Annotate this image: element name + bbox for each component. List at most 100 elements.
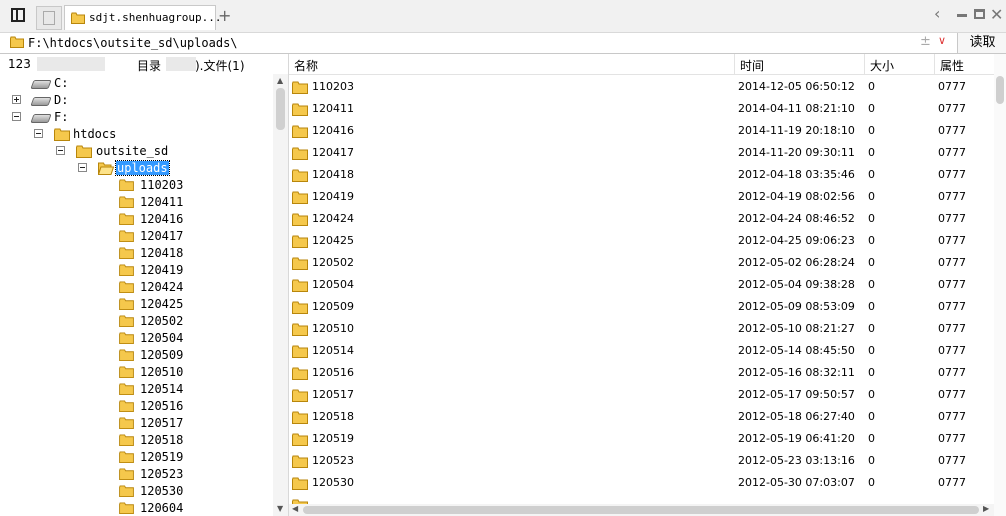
blank-page-icon: [43, 11, 55, 25]
close-icon[interactable]: ✕: [990, 5, 1003, 24]
back-button[interactable]: ‹: [934, 4, 940, 23]
path-input[interactable]: F:\htdocs\outsite_sd\uploads\: [28, 36, 238, 50]
col-time[interactable]: 时间: [740, 57, 764, 74]
folder-icon: [119, 247, 134, 259]
row-name: 120518: [312, 410, 354, 423]
collapse-icon[interactable]: [56, 146, 65, 155]
new-tab-button[interactable]: +: [218, 6, 231, 25]
row-size: 0: [868, 300, 875, 313]
folder-icon: [54, 128, 70, 141]
folder-icon: [292, 279, 308, 292]
table-row[interactable]: 120523 2012-05-23 03:13:16 0 0777: [289, 450, 993, 472]
scroll-down-icon[interactable]: ▼: [277, 504, 283, 513]
table-row[interactable]: 120519 2012-05-19 06:41:20 0 0777: [289, 428, 993, 450]
table-row[interactable]: 120518 2012-05-18 06:27:40 0 0777: [289, 406, 993, 428]
table-row[interactable]: 120411 2014-04-11 08:21:10 0 0777: [289, 98, 993, 120]
row-attr: 0777: [938, 168, 966, 181]
scroll-thumb[interactable]: [276, 88, 285, 130]
collapse-icon[interactable]: [78, 163, 87, 172]
col-name[interactable]: 名称: [294, 57, 318, 74]
table-row[interactable]: 120516 2012-05-16 08:32:11 0 0777: [289, 362, 993, 384]
row-name: 120514: [312, 344, 354, 357]
folder-icon: [292, 411, 308, 424]
folder-icon: [119, 451, 134, 463]
file-label: ).文件(1): [195, 59, 245, 73]
table-row[interactable]: 120419 2012-04-19 08:02:56 0 0777: [289, 186, 993, 208]
tab-blank[interactable]: [36, 6, 62, 30]
table-row[interactable]: 120424 2012-04-24 08:46:52 0 0777: [289, 208, 993, 230]
scroll-thumb[interactable]: [996, 76, 1004, 104]
col-attr[interactable]: 属性: [940, 57, 964, 74]
tree-label: 120517: [140, 416, 184, 430]
tree-label: 120418: [140, 246, 184, 260]
row-time: 2012-05-04 09:38:28: [738, 278, 855, 291]
row-attr: 0777: [938, 388, 966, 401]
row-attr: 0777: [938, 366, 966, 379]
table-row[interactable]: 120504 2012-05-04 09:38:28 0 0777: [289, 274, 993, 296]
table-row[interactable]: 120514 2012-05-14 08:45:50 0 0777: [289, 340, 993, 362]
table-row[interactable]: 120417 2014-11-20 09:30:11 0 0777: [289, 142, 993, 164]
folder-icon: [119, 485, 134, 497]
tree-scrollbar[interactable]: ▲ ▼: [273, 74, 288, 516]
folder-icon: [119, 264, 134, 276]
row-name: 120411: [312, 102, 354, 115]
list-scrollbar[interactable]: [994, 54, 1006, 516]
table-row[interactable]: 120530 2012-05-30 07:03:07 0 0777: [289, 472, 993, 494]
row-size: 0: [868, 388, 875, 401]
row-size: 0: [868, 124, 875, 137]
table-row[interactable]: 110203 2014-12-05 06:50:12 0 0777: [289, 76, 993, 98]
table-row[interactable]: 120416 2014-11-19 20:18:10 0 0777: [289, 120, 993, 142]
row-name: 120419: [312, 190, 354, 203]
tree-label: 120604: [140, 501, 184, 515]
row-attr: 0777: [938, 212, 966, 225]
scroll-left-icon[interactable]: ◀: [292, 504, 298, 513]
row-size: 0: [868, 410, 875, 423]
tree-label: 120416: [140, 212, 184, 226]
minimize-icon[interactable]: [957, 14, 967, 17]
row-name: 120417: [312, 146, 354, 159]
row-attr: 0777: [938, 80, 966, 93]
row-name: 120519: [312, 432, 354, 445]
table-row[interactable]: [289, 494, 993, 504]
folder-icon: [119, 315, 134, 327]
drive-icon: [30, 80, 52, 89]
table-row[interactable]: 120517 2012-05-17 09:50:57 0 0777: [289, 384, 993, 406]
folder-icon: [119, 332, 134, 344]
sidebar-toggle-icon[interactable]: [11, 8, 25, 22]
row-size: 0: [868, 454, 875, 467]
row-size: 0: [868, 476, 875, 489]
table-row[interactable]: 120510 2012-05-10 08:21:27 0 0777: [289, 318, 993, 340]
folder-icon: [119, 213, 134, 225]
row-name: 120516: [312, 366, 354, 379]
tree-label: 120514: [140, 382, 184, 396]
col-size[interactable]: 大小: [870, 57, 894, 74]
scroll-up-icon[interactable]: ▲: [277, 76, 283, 85]
collapse-icon[interactable]: [12, 112, 21, 121]
plus-minus-icon[interactable]: ±: [920, 34, 931, 49]
read-button[interactable]: 读取: [957, 33, 1006, 53]
folder-icon: [292, 191, 308, 204]
expand-icon[interactable]: [12, 95, 21, 104]
scroll-thumb[interactable]: [303, 506, 979, 514]
row-size: 0: [868, 190, 875, 203]
row-time: 2012-05-30 07:03:07: [738, 476, 855, 489]
maximize-icon[interactable]: [974, 9, 985, 19]
chevron-down-icon[interactable]: ∨: [938, 34, 946, 47]
collapse-icon[interactable]: [34, 129, 43, 138]
tree-label: 120424: [140, 280, 184, 294]
row-time: 2012-05-17 09:50:57: [738, 388, 855, 401]
row-name: 120502: [312, 256, 354, 269]
address-bar: F:\htdocs\outsite_sd\uploads\ ± ∨ 读取: [0, 33, 1006, 54]
row-time: 2012-05-14 08:45:50: [738, 344, 855, 357]
row-size: 0: [868, 278, 875, 291]
table-row[interactable]: 120509 2012-05-09 08:53:09 0 0777: [289, 296, 993, 318]
table-row[interactable]: 120418 2012-04-18 03:35:46 0 0777: [289, 164, 993, 186]
tab-active[interactable]: sdjt.shenhuagroup...: [64, 5, 221, 30]
scroll-right-icon[interactable]: ▶: [983, 504, 989, 513]
row-name: 120504: [312, 278, 354, 291]
row-time: 2012-05-16 08:32:11: [738, 366, 855, 379]
table-row[interactable]: 120425 2012-04-25 09:06:23 0 0777: [289, 230, 993, 252]
table-row[interactable]: 120502 2012-05-02 06:28:24 0 0777: [289, 252, 993, 274]
horizontal-scrollbar[interactable]: ◀ ▶: [289, 504, 994, 516]
folder-icon: [292, 235, 308, 248]
